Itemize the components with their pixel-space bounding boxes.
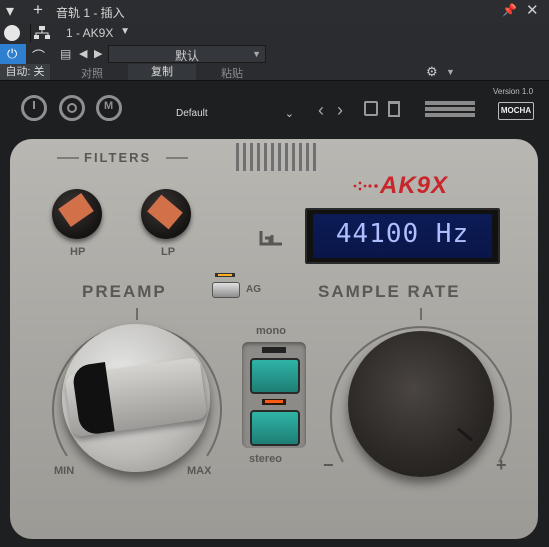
power-button[interactable]: ⏻	[0, 44, 26, 64]
input-knob[interactable]	[21, 95, 47, 121]
close-icon[interactable]: ✕	[526, 1, 539, 19]
brand-logo-icon	[258, 229, 286, 247]
stereo-led	[262, 399, 286, 405]
preset-icon[interactable]: ▤	[60, 47, 71, 61]
sample-rate-display: 44100 Hz	[335, 219, 470, 249]
ag-label: AG	[246, 284, 261, 295]
vent-grille	[232, 139, 322, 173]
arrow-right-icon[interactable]: ▶	[94, 47, 102, 60]
min-label: MIN	[54, 465, 75, 477]
window-title: 音轨 1 - 插入	[56, 6, 125, 20]
logo-dots-icon	[352, 179, 382, 193]
output-knob[interactable]	[59, 95, 85, 121]
filters-rule-left	[57, 157, 79, 159]
host-titlebar: ▾ + 音轨 1 - 插入 📌 ✕	[0, 0, 549, 23]
preamp-label: PREAMP	[82, 282, 167, 301]
menu-icon[interactable]: ▾	[6, 1, 14, 21]
plugin-preset-name: Default	[176, 108, 208, 119]
next-preset-icon[interactable]: ›	[337, 100, 343, 121]
chevron-down-icon: ▼	[120, 26, 130, 37]
power-icon: ⏻	[7, 46, 18, 61]
mono-button[interactable]	[250, 358, 300, 394]
host-toolbar-1: 1 - AK9X ▼	[0, 22, 549, 44]
chevron-down-icon: ▼	[252, 49, 261, 59]
lp-knob[interactable]	[141, 189, 191, 239]
arrow-left-icon[interactable]: ◀	[79, 47, 87, 60]
routing-icon[interactable]	[30, 24, 53, 42]
pin-icon[interactable]: 📌	[502, 3, 517, 17]
hp-knob[interactable]	[52, 189, 102, 239]
filters-label: FILTERS	[84, 150, 152, 165]
version-text: Version 1.0	[493, 87, 534, 96]
ag-switch[interactable]	[212, 282, 240, 298]
chevron-down-icon[interactable]: ▼	[446, 67, 455, 77]
preamp-knob[interactable]	[62, 324, 210, 472]
plus-label: +	[496, 455, 507, 475]
compare-button[interactable]: 对照	[58, 65, 126, 81]
gear-icon[interactable]: ⚙	[426, 64, 438, 80]
hp-label: HP	[70, 246, 86, 258]
paste-button[interactable]: 粘贴	[198, 65, 266, 81]
ag-led-frame	[215, 273, 235, 277]
menu-bars-icon[interactable]	[425, 101, 475, 117]
plugin-preset-select[interactable]: Default ⌄	[176, 108, 298, 124]
delete-icon[interactable]	[388, 101, 400, 117]
minus-label: −	[323, 455, 334, 475]
bypass-icon[interactable]	[4, 25, 20, 41]
lp-label: LP	[161, 246, 176, 258]
auto-button[interactable]: 自动: 关	[0, 64, 50, 80]
chevron-down-icon: ⌄	[284, 108, 294, 120]
sample-rate-knob[interactable]	[348, 331, 494, 477]
stereo-label: stereo	[249, 453, 283, 465]
preset-select[interactable]: 默认 ▼	[108, 45, 266, 63]
preset-name: 默认	[174, 49, 199, 63]
host-toolbar-2: ⏻ ⌒ ▤ ◀ ▶ 默认 ▼	[0, 44, 549, 64]
copy-button[interactable]: 复制	[128, 64, 196, 80]
preset-slot-select[interactable]: 1 - AK9X ▼	[58, 23, 134, 43]
mocha-button[interactable]: MOCHA	[498, 102, 534, 120]
filters-rule-right	[166, 157, 188, 159]
stereo-button[interactable]	[250, 410, 300, 446]
host-toolbar-3: 自动: 关 对照 复制 粘贴 ⚙ ▼	[0, 64, 549, 81]
save-icon[interactable]	[364, 101, 378, 116]
mix-knob[interactable]: M	[96, 95, 122, 121]
prev-preset-icon[interactable]: ‹	[318, 100, 324, 121]
max-label: MAX	[187, 465, 212, 477]
listen-icon[interactable]: ⌒	[32, 46, 45, 65]
ak9x-logo: AK9X	[380, 172, 449, 199]
mono-led	[262, 347, 286, 353]
sample-rate-label: SAMPLE RATE	[318, 282, 461, 301]
plus-icon[interactable]: +	[33, 0, 43, 20]
preset-slot-label: 1 - AK9X	[66, 26, 114, 40]
mono-label: mono	[256, 325, 286, 337]
